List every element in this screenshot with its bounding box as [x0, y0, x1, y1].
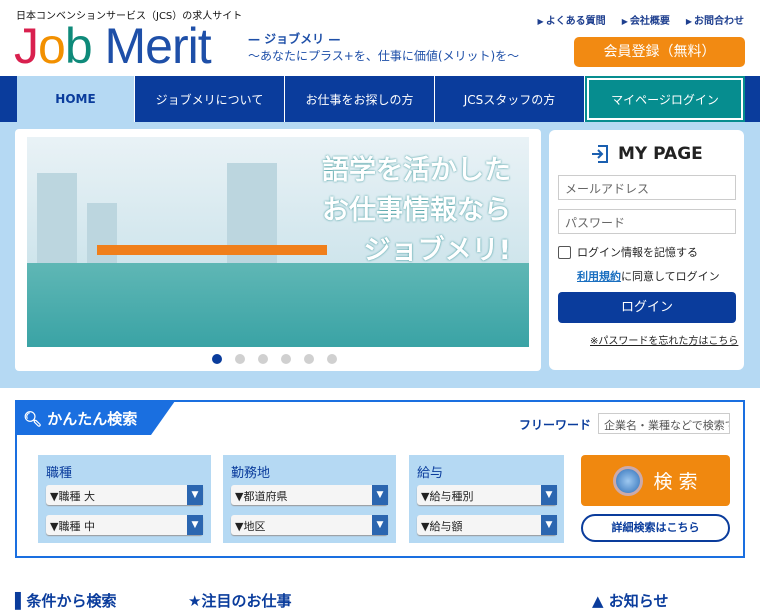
mypage-title-text: MY PAGE: [618, 144, 703, 164]
slider-dot[interactable]: [281, 354, 291, 364]
district-select[interactable]: ▼地区 ▼: [231, 515, 388, 535]
slider-dot[interactable]: [235, 354, 245, 364]
banner-line: ジョブメリ!: [363, 235, 511, 266]
nav-about[interactable]: ジョブメリについて: [135, 76, 285, 122]
magnifier-icon: [613, 465, 644, 496]
logo[interactable]: Job Merit: [14, 18, 212, 74]
email-input[interactable]: メールアドレス: [558, 175, 736, 200]
logo-subtitle: — ジョブメリ —: [248, 32, 341, 46]
company-link[interactable]: 会社概要: [622, 12, 670, 27]
section-heading-featured-jobs: ★注目のお仕事: [188, 592, 292, 610]
salary-type-select[interactable]: ▼給与種別 ▼: [417, 485, 557, 505]
nav-mypage-login[interactable]: マイページログイン: [585, 76, 745, 122]
slider-dot[interactable]: [304, 354, 314, 364]
job-type-large-select[interactable]: ▼職種 大 ▼: [46, 485, 203, 505]
password-input[interactable]: パスワード: [558, 209, 736, 234]
slider-dot[interactable]: [212, 354, 222, 364]
panel-title: 職種: [46, 466, 73, 481]
freeword-label: フリーワード: [519, 418, 592, 432]
contact-link[interactable]: お問合わせ: [686, 12, 744, 27]
select-value: ▼職種 大: [50, 490, 95, 503]
panel-title: 勤務地: [231, 466, 271, 481]
select-value: ▼給与種別: [421, 490, 474, 503]
chevron-down-icon: ▼: [541, 485, 557, 505]
logo-letter: J: [14, 18, 39, 74]
panel-title: 給与: [417, 466, 444, 481]
job-type-medium-select[interactable]: ▼職種 中 ▼: [46, 515, 203, 535]
slider-dot[interactable]: [327, 354, 337, 364]
banner-text: 語学を活かした お仕事情報なら ジョブメリ!: [322, 151, 511, 271]
nav-job-seekers[interactable]: お仕事をお探しの方: [285, 76, 435, 122]
select-value: ▼職種 中: [50, 520, 95, 533]
select-value: ▼都道府県: [235, 490, 288, 503]
remember-login[interactable]: ログイン情報を記憶する: [558, 244, 698, 260]
terms-text: に同意してログイン: [621, 270, 720, 283]
logo-letter: Merit: [91, 18, 212, 74]
job-type-panel: 職種 ▼職種 大 ▼ ▼職種 中 ▼: [38, 455, 211, 543]
login-button[interactable]: ログイン: [558, 292, 736, 323]
top-links: よくある質問 会社概要 お問合わせ: [538, 12, 744, 27]
banner-line: 語学を活かした: [322, 155, 511, 186]
location-panel: 勤務地 ▼都道府県 ▼ ▼地区 ▼: [223, 455, 396, 543]
select-value: ▼給与額: [421, 520, 463, 533]
section-title: お知らせ: [608, 592, 669, 610]
terms-link[interactable]: 利用規約: [577, 270, 621, 283]
forgot-password-link[interactable]: ※パスワードを忘れた方はこちら: [590, 332, 738, 347]
desk-illustration: [97, 245, 327, 255]
faq-link[interactable]: よくある質問: [538, 12, 606, 27]
nav-jcs-staff[interactable]: JCSスタッフの方: [435, 76, 585, 122]
slider-dot[interactable]: [258, 354, 268, 364]
salary-panel: 給与 ▼給与種別 ▼ ▼給与額 ▼: [409, 455, 564, 543]
chevron-down-icon: ▼: [541, 515, 557, 535]
register-button[interactable]: 会員登録（無料）: [574, 37, 745, 67]
login-icon: [592, 145, 608, 163]
banner-slide[interactable]: 語学を活かした お仕事情報なら ジョブメリ!: [27, 137, 529, 347]
salary-amount-select[interactable]: ▼給与額 ▼: [417, 515, 557, 535]
quick-search-tab: 🔍︎ かんたん検索: [15, 401, 175, 435]
remember-label: ログイン情報を記憶する: [577, 246, 698, 259]
terms-agreement: 利用規約に同意してログイン: [577, 268, 720, 284]
quick-search-title: かんたん検索: [47, 410, 138, 428]
section-heading-news: ▲ お知らせ: [592, 592, 669, 610]
mypage-title: MY PAGE: [590, 144, 703, 164]
prefecture-select[interactable]: ▼都道府県 ▼: [231, 485, 388, 505]
section-heading-condition-search: ▌条件から検索: [15, 592, 117, 610]
search-icon: 🔍︎: [23, 410, 43, 428]
remember-checkbox[interactable]: [558, 245, 571, 259]
main-nav: HOME ジョブメリについて お仕事をお探しの方 JCSスタッフの方 マイページ…: [0, 76, 760, 122]
search-button[interactable]: 検 索: [581, 455, 730, 506]
chevron-down-icon: ▼: [372, 515, 388, 535]
freeword-input[interactable]: 企業名・業種などで検索できます: [598, 413, 730, 434]
logo-letter: b: [64, 18, 93, 74]
search-button-label: 検 索: [653, 471, 698, 493]
advanced-search-button[interactable]: 詳細検索はこちら: [581, 514, 730, 542]
logo-letter: o: [38, 18, 66, 74]
nav-home[interactable]: HOME: [17, 76, 135, 122]
chevron-down-icon: ▼: [372, 485, 388, 505]
slider-dots: [212, 354, 337, 364]
chevron-down-icon: ▼: [187, 515, 203, 535]
select-value: ▼地区: [235, 520, 266, 533]
chevron-down-icon: ▼: [187, 485, 203, 505]
logo-catchphrase: 〜あなたにプラス+を、仕事に価値(メリット)を〜: [248, 49, 520, 63]
section-title: 条件から検索: [26, 592, 117, 610]
section-title: 注目のお仕事: [201, 592, 292, 610]
banner-line: お仕事情報なら: [322, 195, 511, 226]
